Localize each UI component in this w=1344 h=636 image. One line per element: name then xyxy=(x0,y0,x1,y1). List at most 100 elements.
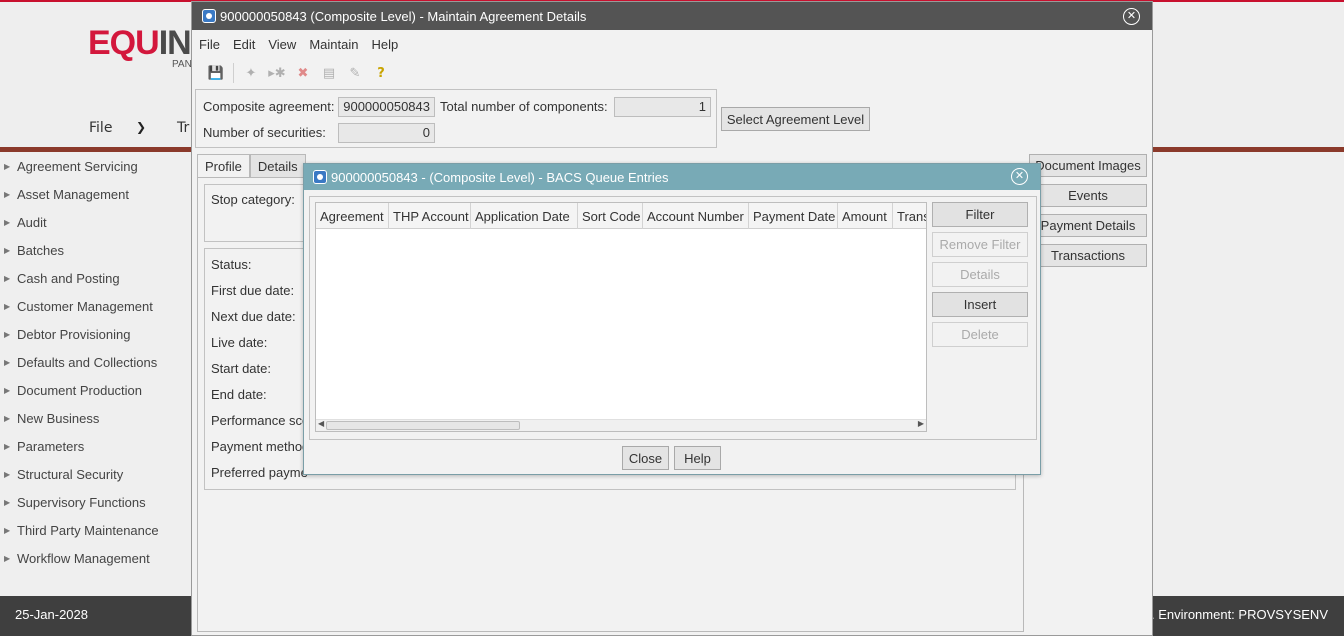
payment-method-label: Payment method xyxy=(211,439,310,454)
next-due-date-label: Next due date: xyxy=(211,309,296,324)
scroll-right-icon[interactable]: ▶ xyxy=(918,419,924,428)
status-label: Status: xyxy=(211,257,252,272)
sidebar-item-workflow-management[interactable]: ▶ Workflow Management xyxy=(0,548,150,568)
footer-date: 25-Jan-2028 xyxy=(15,607,88,622)
menu-edit[interactable]: Edit xyxy=(233,37,255,52)
transactions-button[interactable]: Transactions xyxy=(1029,244,1147,267)
help-button[interactable]: Help xyxy=(674,446,721,470)
sidebar-item-document-production[interactable]: ▶ Document Production xyxy=(0,380,142,400)
sidebar-item-batches[interactable]: ▶ Batches xyxy=(0,240,64,260)
expand-icon: ▶ xyxy=(4,217,11,227)
expand-icon: ▶ xyxy=(4,413,11,423)
logo-subtitle: PAN xyxy=(172,59,192,70)
bacs-dialog-title: 900000050843 - (Composite Level) - BACS … xyxy=(331,169,669,185)
scroll-left-icon[interactable]: ◀ xyxy=(318,419,324,428)
company-logo: EQUIN xyxy=(88,24,192,62)
expand-icon: ▶ xyxy=(4,245,11,255)
payment-details-button[interactable]: Payment Details xyxy=(1029,214,1147,237)
securities-field: 0 xyxy=(338,123,435,143)
select-agreement-level-button[interactable]: Select Agreement Level xyxy=(721,107,870,131)
chevron-down-icon[interactable]: ❯ xyxy=(136,120,146,134)
expand-icon: ▶ xyxy=(4,525,11,535)
scrollbar-thumb[interactable] xyxy=(326,421,520,430)
securities-label: Number of securities: xyxy=(203,125,326,140)
tab-details[interactable]: Details xyxy=(249,154,306,178)
filter-button[interactable]: Filter xyxy=(932,202,1028,227)
end-date-label: End date: xyxy=(211,387,267,402)
start-date-label: Start date: xyxy=(211,361,271,376)
eraser-icon[interactable]: ✎ xyxy=(343,62,367,84)
expand-icon: ▶ xyxy=(4,329,11,339)
sidebar-item-defaults-and-collections[interactable]: ▶ Defaults and Collections xyxy=(0,352,157,372)
delete-button[interactable]: Delete xyxy=(932,322,1028,347)
menu-maintain[interactable]: Maintain xyxy=(309,37,358,52)
sidebar-item-supervisory-functions[interactable]: ▶ Supervisory Functions xyxy=(0,492,146,512)
expand-icon: ▶ xyxy=(4,553,11,563)
expand-icon: ▶ xyxy=(4,301,11,311)
app-menu-file[interactable]: File xyxy=(89,120,112,136)
new-record-icon[interactable]: ▤ xyxy=(317,62,341,84)
save-icon[interactable]: 💾 xyxy=(204,62,228,84)
bacs-entries-table[interactable]: Agreement THP Account Application Date S… xyxy=(315,202,927,432)
close-button[interactable]: Close xyxy=(622,446,669,470)
sidebar-item-agreement-servicing[interactable]: ▶ Agreement Servicing xyxy=(0,156,138,176)
app-menu-partial[interactable]: Tr xyxy=(177,120,189,136)
menu-bar: File Edit View Maintain Help xyxy=(192,31,411,57)
next-icon[interactable]: ▸✱ xyxy=(265,62,289,84)
sidebar-item-debtor-provisioning[interactable]: ▶ Debtor Provisioning xyxy=(0,324,130,344)
sidebar-item-asset-management[interactable]: ▶ Asset Management xyxy=(0,184,129,204)
help-icon[interactable]: ? xyxy=(369,62,393,84)
column-header-sort-code[interactable]: Sort Code xyxy=(578,203,643,229)
dialog-title-bar[interactable]: 900000050843 (Composite Level) - Maintai… xyxy=(192,2,1152,30)
document-images-button[interactable]: Document Images xyxy=(1029,154,1147,177)
details-button[interactable]: Details xyxy=(932,262,1028,287)
events-button[interactable]: Events xyxy=(1029,184,1147,207)
sidebar-item-third-party-maintenance[interactable]: ▶ Third Party Maintenance xyxy=(0,520,159,540)
column-header-thp-account[interactable]: THP Account xyxy=(389,203,471,229)
app-icon xyxy=(313,170,327,184)
tab-profile[interactable]: Profile xyxy=(197,154,250,178)
column-header-agreement[interactable]: Agreement xyxy=(316,203,389,229)
performance-score-label: Performance sco xyxy=(211,413,310,428)
pin-icon[interactable]: ✦ xyxy=(239,62,263,84)
menu-view[interactable]: View xyxy=(268,37,296,52)
preferred-payment-label: Preferred payme xyxy=(211,465,308,480)
bacs-dialog-title-bar[interactable]: 900000050843 - (Composite Level) - BACS … xyxy=(304,164,1040,190)
insert-button[interactable]: Insert xyxy=(932,292,1028,317)
sidebar-item-new-business[interactable]: ▶ New Business xyxy=(0,408,99,428)
expand-icon: ▶ xyxy=(4,189,11,199)
close-icon[interactable]: ✕ xyxy=(1123,8,1140,25)
sidebar-nav: ▶ Agreement Servicing ▶ Asset Management ▶… xyxy=(0,152,192,596)
remove-filter-button[interactable]: Remove Filter xyxy=(932,232,1028,257)
expand-icon: ▶ xyxy=(4,441,11,451)
delete-icon[interactable]: ✖ xyxy=(291,62,315,84)
agreement-summary-panel: Composite agreement: 900000050843 Total … xyxy=(195,89,717,148)
live-date-label: Live date: xyxy=(211,335,268,350)
sidebar-item-audit[interactable]: ▶ Audit xyxy=(0,212,47,232)
footer-environment: 99. Environment: PROVSYSENV xyxy=(1136,607,1328,622)
column-header-payment-date[interactable]: Payment Date xyxy=(749,203,838,229)
expand-icon: ▶ xyxy=(4,273,11,283)
close-icon[interactable]: ✕ xyxy=(1011,168,1028,185)
dialog-title: 900000050843 (Composite Level) - Maintai… xyxy=(220,8,587,24)
bacs-content-panel: Agreement THP Account Application Date S… xyxy=(309,196,1037,440)
horizontal-scrollbar[interactable]: ◀ ▶ xyxy=(316,419,926,431)
first-due-date-label: First due date: xyxy=(211,283,295,298)
sidebar-item-structural-security[interactable]: ▶ Structural Security xyxy=(0,464,123,484)
column-header-application-date[interactable]: Application Date xyxy=(471,203,578,229)
column-header-transaction[interactable]: Transa xyxy=(893,203,926,229)
right-background xyxy=(1153,152,1344,596)
expand-icon: ▶ xyxy=(4,497,11,507)
total-components-field: 1 xyxy=(614,97,711,117)
sidebar-item-customer-management[interactable]: ▶ Customer Management xyxy=(0,296,153,316)
app-icon xyxy=(202,9,216,23)
total-components-label: Total number of components: xyxy=(440,99,608,114)
sidebar-item-cash-and-posting[interactable]: ▶ Cash and Posting xyxy=(0,268,120,288)
column-header-amount[interactable]: Amount xyxy=(838,203,893,229)
sidebar-item-parameters[interactable]: ▶ Parameters xyxy=(0,436,84,456)
column-header-account-number[interactable]: Account Number xyxy=(643,203,749,229)
toolbar: 💾 ✦ ▸✱ ✖ ▤ ✎ ? xyxy=(204,62,393,84)
menu-file[interactable]: File xyxy=(199,37,220,52)
menu-help[interactable]: Help xyxy=(371,37,398,52)
tab-strip: Profile Details xyxy=(197,154,306,178)
